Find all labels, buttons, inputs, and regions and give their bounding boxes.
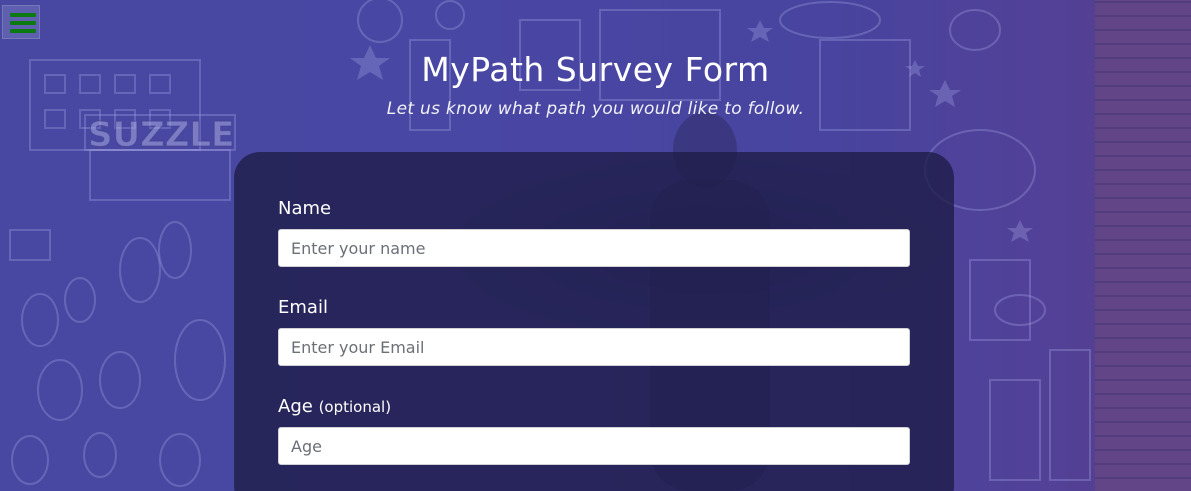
name-label-text: Name bbox=[278, 198, 332, 219]
email-label-text: Email bbox=[278, 297, 328, 318]
age-input[interactable] bbox=[278, 427, 910, 465]
email-label: Email bbox=[278, 296, 328, 320]
age-optional-hint: (optional) bbox=[318, 398, 392, 416]
email-input[interactable] bbox=[278, 328, 910, 366]
page-description: Let us know what path you would like to … bbox=[386, 99, 805, 119]
age-label-text: Age bbox=[278, 396, 313, 417]
age-label: Age (optional) bbox=[278, 395, 391, 419]
hamburger-menu-button[interactable] bbox=[2, 5, 40, 39]
page-title: MyPath Survey Form bbox=[421, 50, 770, 89]
name-label: Name bbox=[278, 197, 331, 221]
name-input[interactable] bbox=[278, 229, 910, 267]
